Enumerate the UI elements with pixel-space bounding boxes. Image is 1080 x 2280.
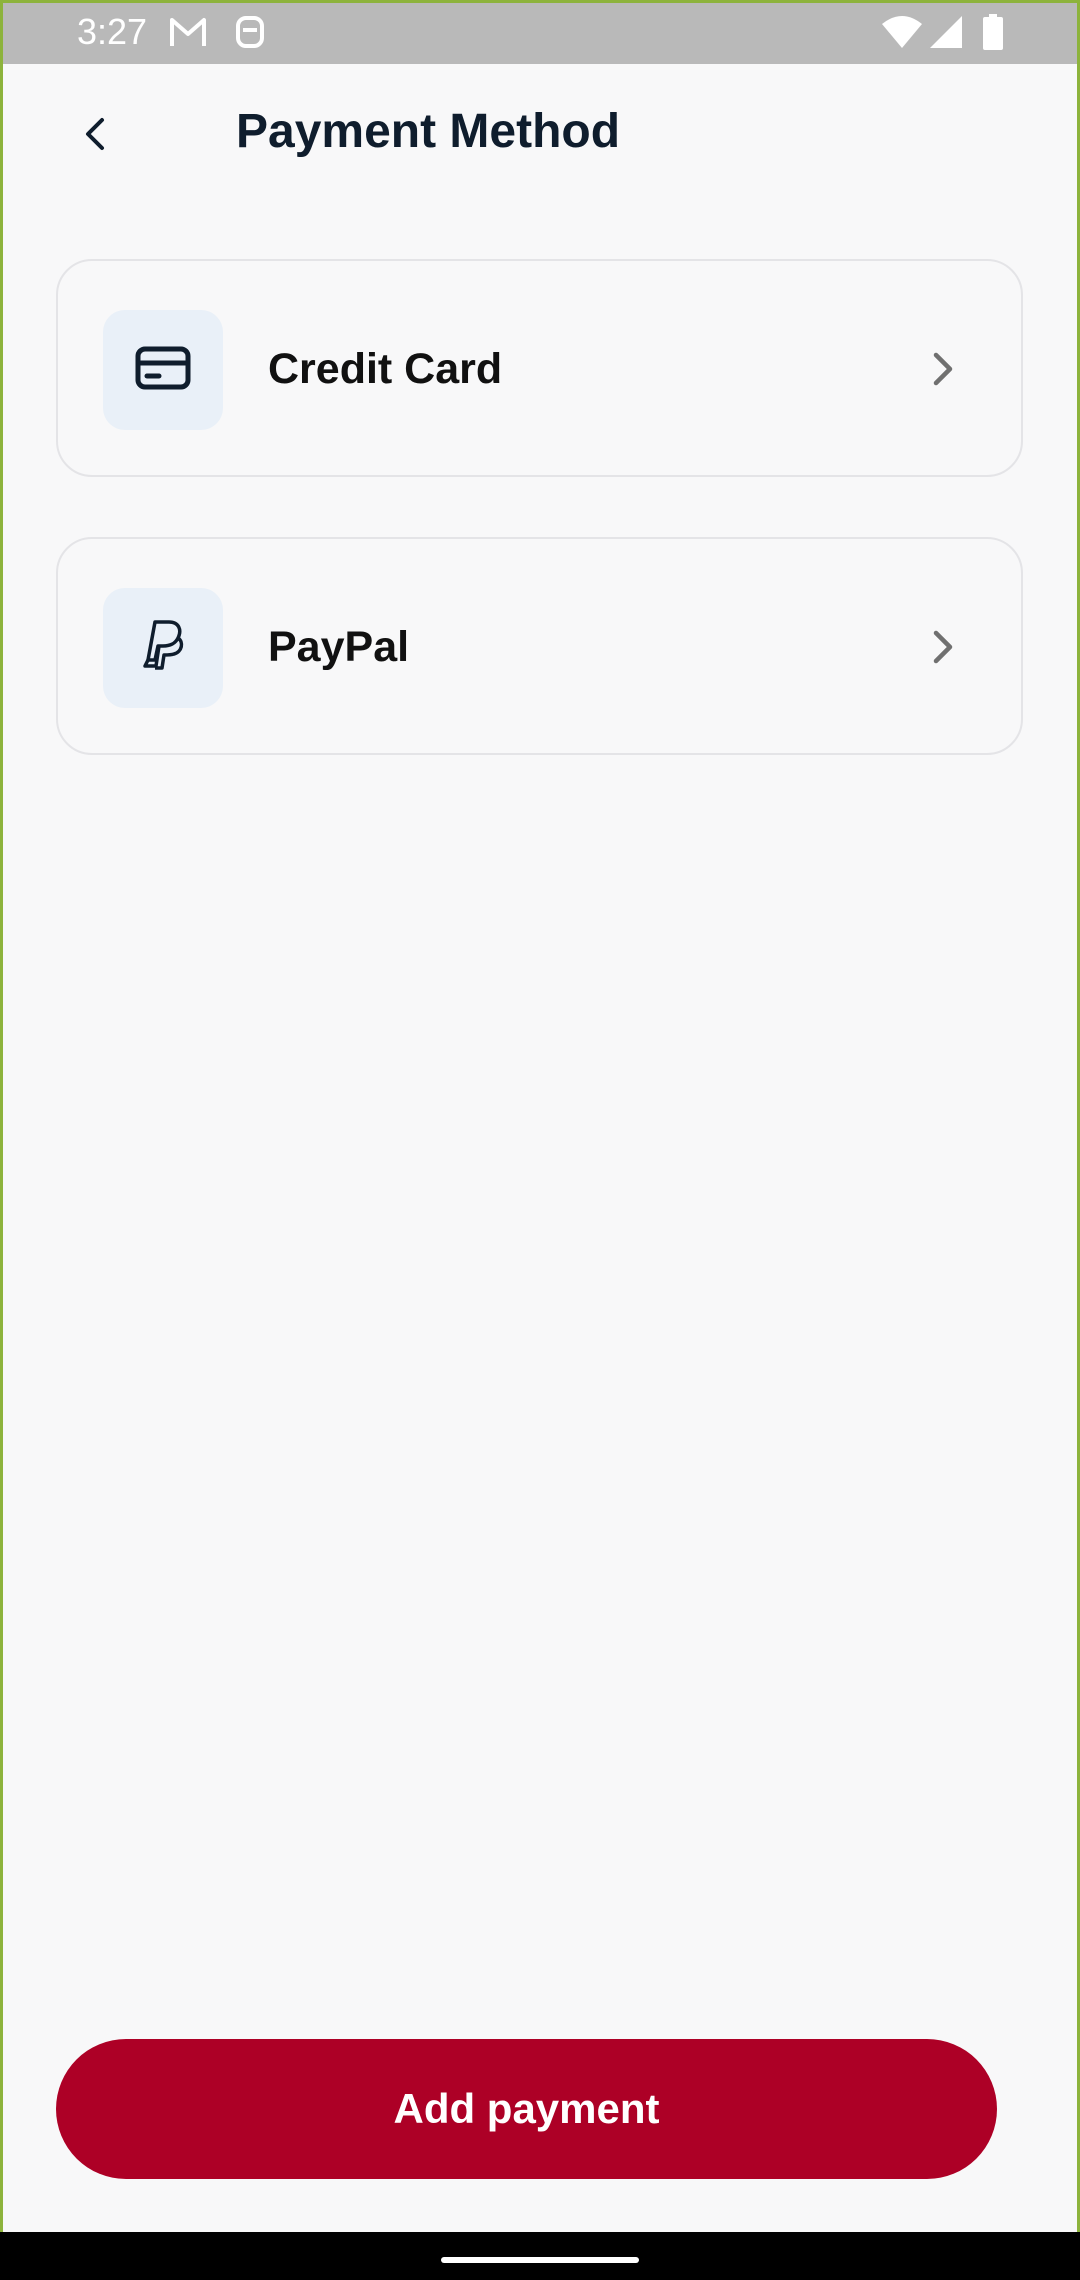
signal-icon [928,14,964,55]
header: Payment Method [0,64,1080,204]
paypal-icon-tile [103,588,223,708]
battery-icon [982,14,1004,55]
paypal-icon [138,616,188,681]
wifi-icon [880,14,924,55]
chevron-left-icon [80,114,112,159]
payment-method-paypal[interactable]: PayPal [56,537,1023,755]
chevron-right-icon [923,623,963,671]
payment-method-label: Credit Card [268,345,503,393]
chevron-right-icon [923,345,963,393]
status-time: 3:27 [77,11,148,52]
home-indicator[interactable] [441,2257,639,2263]
credit-card-icon [135,346,191,395]
page-title: Payment Method [236,105,621,158]
credit-card-icon-tile [103,310,223,430]
navigation-bar [0,2232,1080,2280]
payment-method-credit-card[interactable]: Credit Card [56,259,1023,477]
clipboard-icon [234,14,266,55]
back-button[interactable] [64,104,128,168]
add-payment-button[interactable]: Add payment [56,2039,997,2179]
status-bar: 3:27 [0,0,1080,64]
payment-method-label: PayPal [268,623,410,671]
gmail-icon [168,14,208,55]
